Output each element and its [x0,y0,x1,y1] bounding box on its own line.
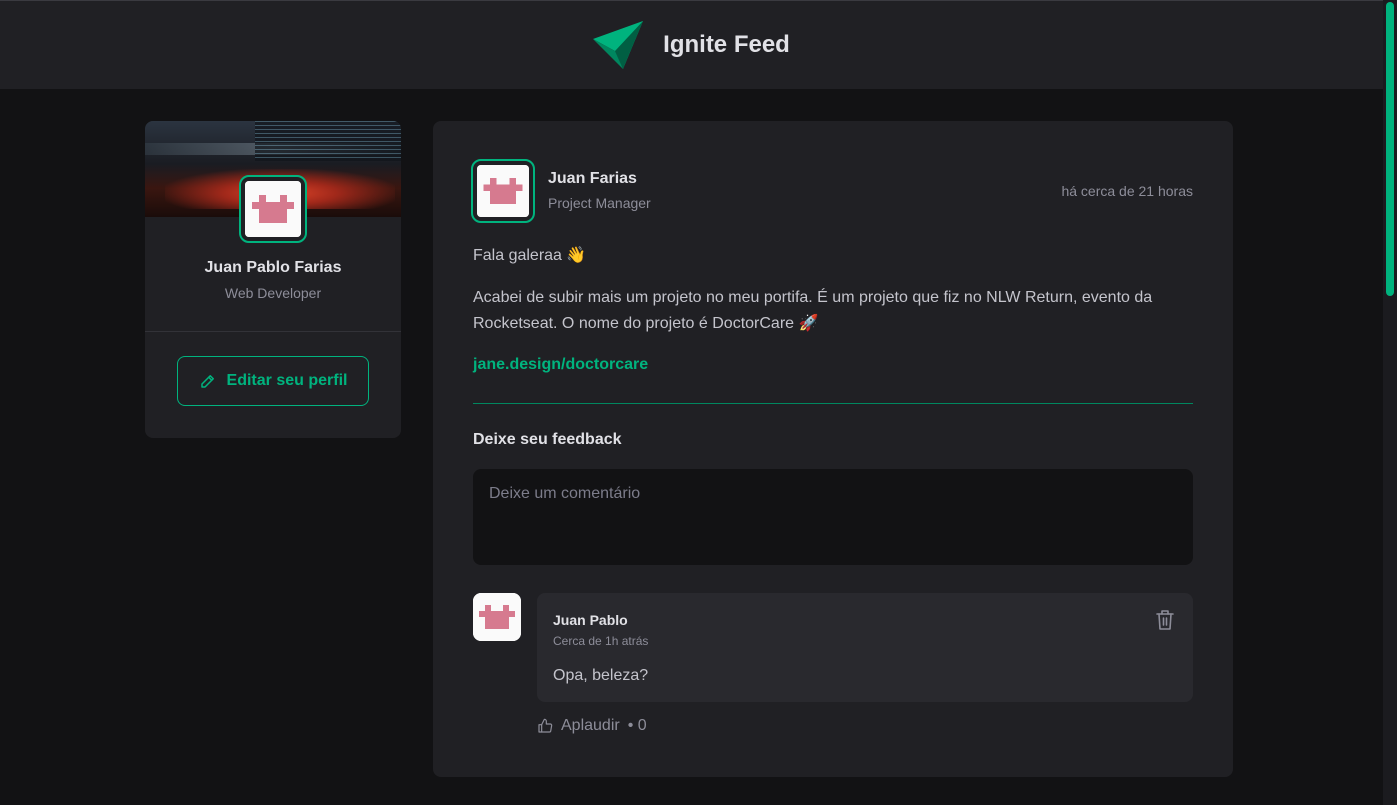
ignite-logo-icon [593,21,644,69]
avatar[interactable] [473,593,521,641]
comment-author: Juan Pablo [553,612,628,628]
applaud-label: Aplaudir [561,717,620,734]
profile-role: Web Developer [224,285,322,301]
post-paragraph: Fala galeraa 👋 [473,247,587,264]
post-card: Juan Farias Project Manager há cerca de … [433,121,1233,777]
applaud-button[interactable]: Aplaudir • 0 [537,717,647,735]
applaud-count: • 0 [627,717,647,734]
post-author-role: Project Manager [548,195,651,211]
app-header: Ignite Feed [0,0,1383,89]
divider [473,403,1193,404]
avatar[interactable] [239,175,307,243]
edit-profile-label: Editar seu perfil [226,372,348,389]
comment-box: Juan Pablo Cerca de 1h atrás Opa, beleza… [537,593,1193,702]
post-timestamp: há cerca de 21 horas [1061,183,1193,199]
post-paragraph: Acabei de subir mais um projeto no meu p… [473,289,1153,332]
avatar[interactable] [471,159,535,223]
app-title: Ignite Feed [663,31,790,58]
pencil-icon [200,375,214,388]
divider [145,331,401,332]
profile-name: Juan Pablo Farias [204,259,342,276]
trash-icon[interactable] [1155,609,1175,631]
profile-sidebar: Juan Pablo Farias Web Developer Editar s… [145,121,401,438]
post-author-name: Juan Farias [548,170,637,187]
edit-profile-button[interactable]: Editar seu perfil [177,356,369,406]
feedback-title: Deixe seu feedback [473,431,622,448]
thumbs-up-icon [538,718,553,733]
scrollbar-thumb[interactable] [1386,2,1394,296]
comment-text: Opa, beleza? [553,667,649,684]
page-scrollbar[interactable] [1383,0,1397,805]
comment-textarea[interactable] [473,469,1193,565]
post-content: Fala galeraa 👋 Acabei de subir mais um p… [473,243,1193,353]
comment-timestamp: Cerca de 1h atrás [553,634,649,648]
post-link[interactable]: jane.design/doctorcare [473,356,648,374]
